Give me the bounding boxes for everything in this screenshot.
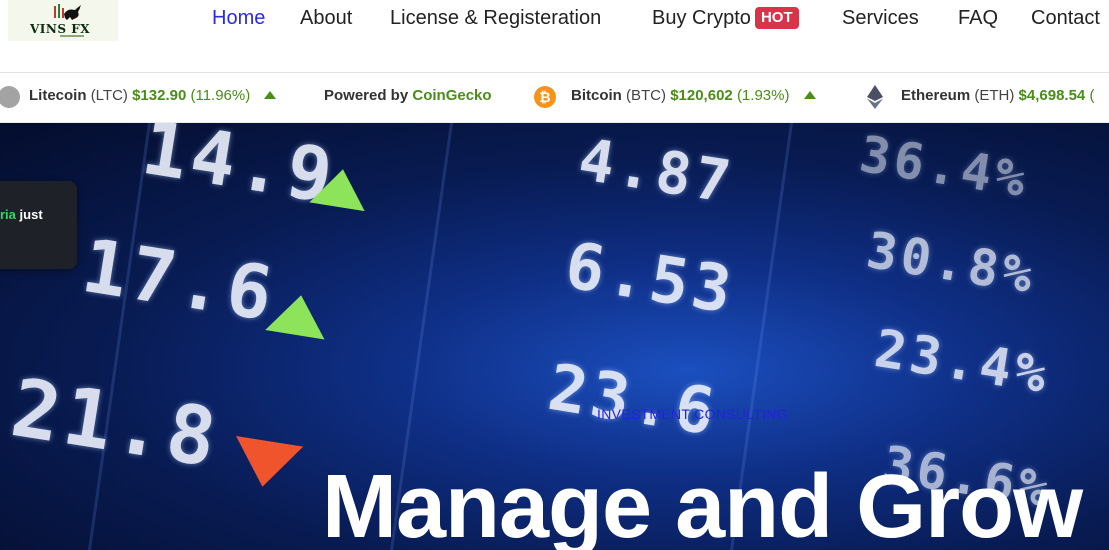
toast-highlight: ria xyxy=(0,207,16,222)
coin-name: Bitcoin xyxy=(571,87,622,104)
nav-faq[interactable]: FAQ xyxy=(958,7,998,30)
down-triangle-icon xyxy=(228,435,304,493)
hero-banner: 14.9 17.6 21.8 4.87 6.53 23.6 36.4% 30.8… xyxy=(0,123,1109,550)
up-arrow-icon xyxy=(264,91,277,99)
board-number: 4.87 xyxy=(574,125,739,217)
coin-price: $120,602 xyxy=(670,87,733,104)
board-number: 30.8% xyxy=(862,221,1041,305)
site-header: VINS FX Home About License & Registerati… xyxy=(0,0,1109,73)
nav-buy-crypto[interactable]: Buy Crypto HOT xyxy=(652,7,799,30)
coingecko-link[interactable]: CoinGecko xyxy=(412,87,491,104)
nav-buy-crypto-label: Buy Crypto xyxy=(652,7,751,29)
board-number: 17.6 xyxy=(76,223,282,339)
coin-name: Litecoin xyxy=(29,87,87,104)
coin-name: Ethereum xyxy=(901,87,971,104)
main-nav: Home About License & Registeration Buy C… xyxy=(0,0,1109,40)
board-number: 36.4% xyxy=(855,125,1034,209)
nav-services[interactable]: Services xyxy=(842,7,919,30)
coin-symbol: (LTC) xyxy=(90,87,128,104)
board-number: 23.4% xyxy=(870,319,1055,406)
board-number: 23.6 xyxy=(543,351,724,451)
coin-change: (11.96%) xyxy=(190,87,251,104)
powered-prefix: Powered by xyxy=(324,87,409,104)
hot-badge: HOT xyxy=(754,7,799,29)
toast-text: just xyxy=(19,207,43,222)
hero-eyebrow: INVESTMENT CONSULTING xyxy=(597,406,788,422)
coin-price: $132.90 xyxy=(132,87,187,104)
ticker-item-bitcoin[interactable]: Bitcoin (BTC) $120,602 (1.93%) xyxy=(571,87,816,104)
toast-message: ria just xyxy=(0,207,43,222)
purchase-notification-toast[interactable]: ria just xyxy=(0,181,77,269)
nav-home[interactable]: Home xyxy=(212,7,265,30)
board-number: 14.9 xyxy=(136,123,342,221)
ticker-item-litecoin[interactable]: Litecoin (LTC) $132.90 (11.96%) xyxy=(29,87,277,104)
ethereum-icon xyxy=(867,85,883,109)
nav-contact[interactable]: Contact xyxy=(1031,7,1100,30)
powered-by-coingecko[interactable]: Powered by CoinGecko xyxy=(324,87,492,104)
hero-headline: Manage and Grow xyxy=(322,457,1083,550)
board-number: 6.53 xyxy=(560,229,741,329)
up-arrow-icon xyxy=(803,91,816,99)
coin-change: ( xyxy=(1089,87,1095,104)
coin-symbol: (ETH) xyxy=(974,87,1015,104)
coin-change: (1.93%) xyxy=(736,87,790,104)
board-number: 21.8 xyxy=(5,361,227,486)
coin-symbol: (BTC) xyxy=(626,87,667,104)
litecoin-icon xyxy=(0,86,20,108)
up-triangle-icon xyxy=(265,290,331,340)
coin-price: $4,698.54 xyxy=(1018,87,1086,104)
crypto-price-ticker: Litecoin (LTC) $132.90 (11.96%) Powered … xyxy=(0,73,1109,123)
nav-license[interactable]: License & Registeration xyxy=(390,7,601,30)
bitcoin-icon: ₿ xyxy=(534,86,556,108)
nav-about[interactable]: About xyxy=(300,7,352,30)
ticker-item-ethereum[interactable]: Ethereum (ETH) $4,698.54 ( xyxy=(901,87,1094,104)
